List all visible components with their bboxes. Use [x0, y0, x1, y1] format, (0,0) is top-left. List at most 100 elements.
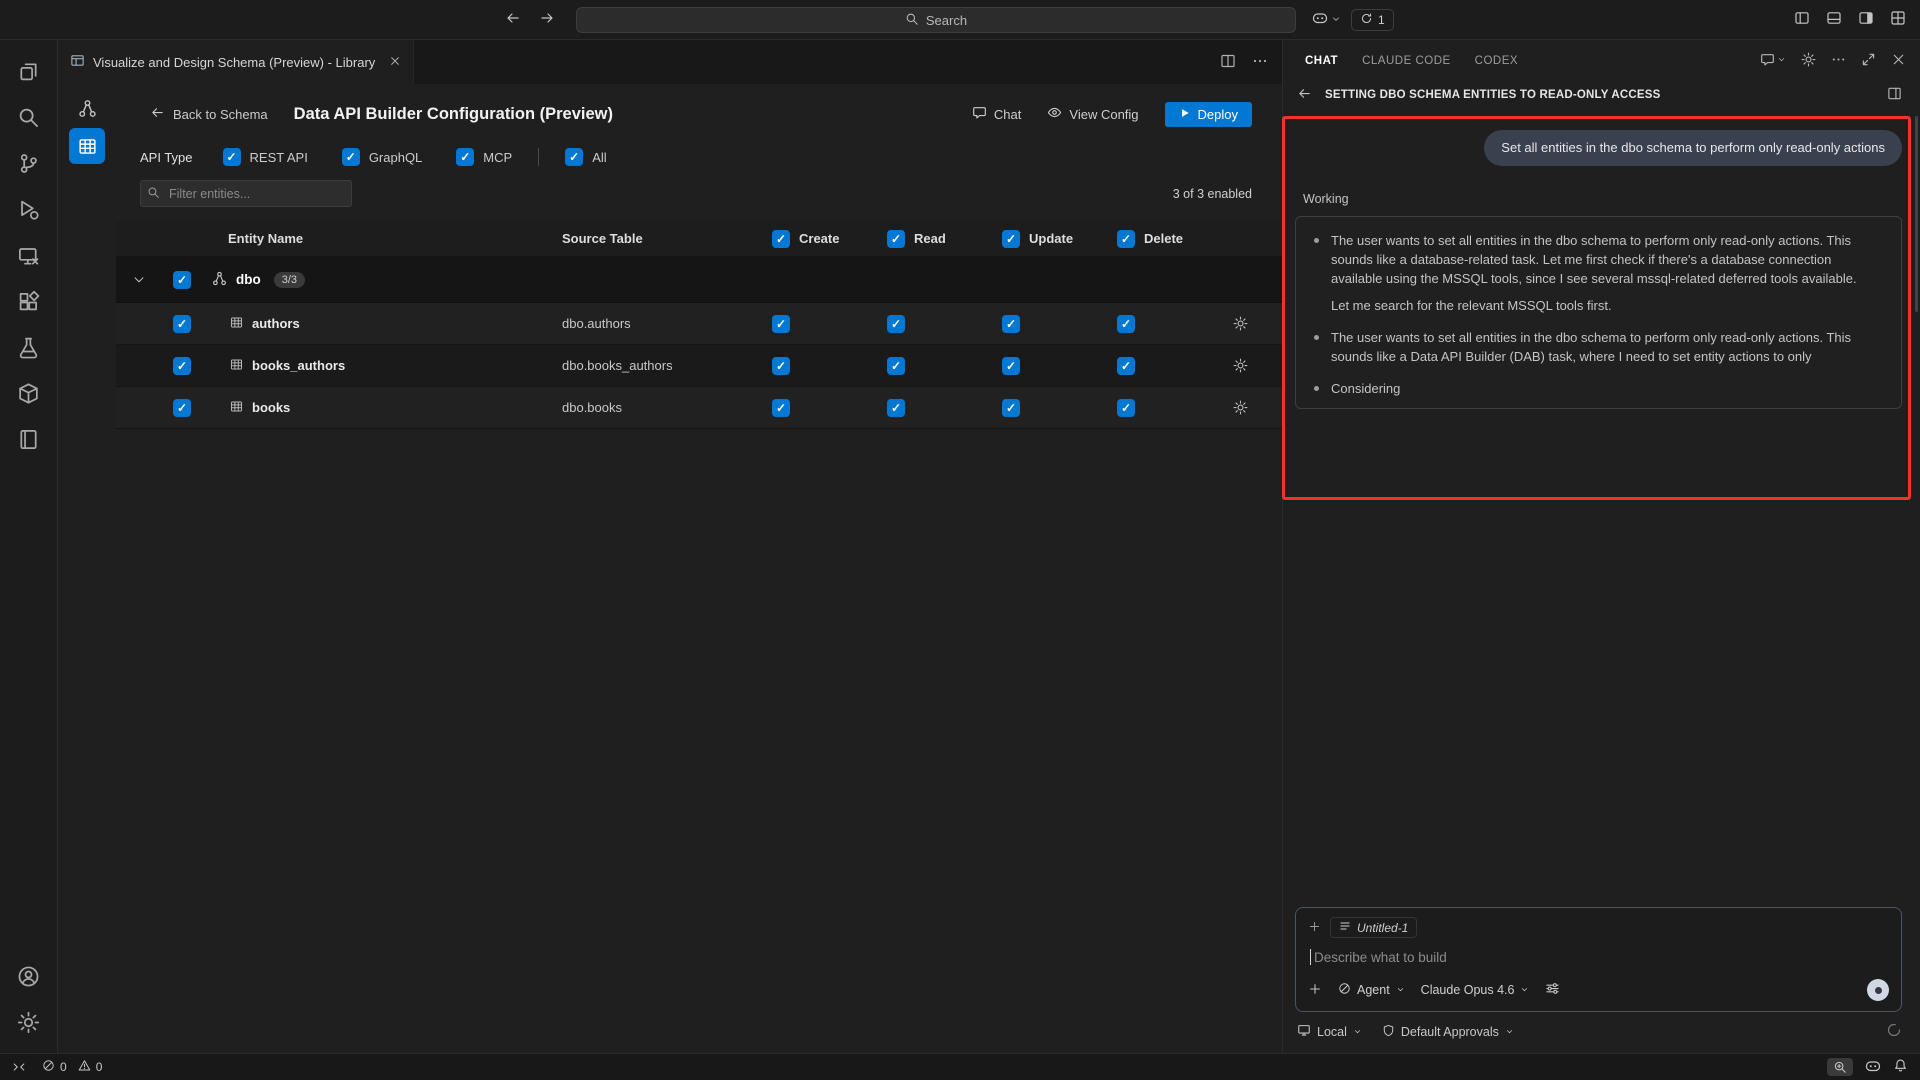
maximize-panel-icon[interactable]	[1861, 52, 1876, 70]
remote-explorer-icon[interactable]	[5, 232, 53, 278]
delete-checkbox[interactable]	[1117, 357, 1135, 375]
command-center-search[interactable]: Search	[576, 7, 1296, 33]
table-row-books-authors[interactable]: books_authors dbo.books_authors	[116, 345, 1282, 387]
close-panel-icon[interactable]	[1891, 52, 1906, 70]
extensions-icon[interactable]	[5, 278, 53, 324]
mcp-checkbox[interactable]	[456, 148, 474, 166]
explorer-icon[interactable]	[5, 48, 53, 94]
divider	[538, 148, 539, 166]
rest-api-checkbox[interactable]	[223, 148, 241, 166]
toggle-panel-icon[interactable]	[1826, 10, 1842, 29]
rest-api-checkbox-group[interactable]: REST API	[223, 148, 308, 166]
chat-prompt-input[interactable]: Describe what to build	[1310, 949, 1889, 965]
mcp-label: MCP	[483, 150, 512, 165]
entity-settings-gear-icon[interactable]	[1210, 316, 1270, 331]
model-selector[interactable]: Claude Opus 4.6	[1421, 983, 1530, 997]
problems-indicator[interactable]: 0 0	[42, 1059, 102, 1075]
shield-icon	[1382, 1024, 1395, 1040]
environment-selector-local[interactable]: Local	[1297, 1023, 1362, 1040]
delete-all-checkbox[interactable]	[1117, 230, 1135, 248]
filter-entities-input[interactable]	[140, 180, 352, 207]
create-checkbox[interactable]	[772, 357, 790, 375]
approvals-selector[interactable]: Default Approvals	[1382, 1024, 1514, 1040]
update-checkbox[interactable]	[1002, 315, 1020, 333]
more-actions-icon[interactable]	[1252, 53, 1268, 72]
chevron-down-icon	[1520, 983, 1529, 997]
tab-claude-code[interactable]: CLAUDE CODE	[1362, 55, 1451, 67]
voice-dictation-button[interactable]	[1867, 979, 1889, 1001]
search-sidebar-icon[interactable]	[5, 94, 53, 140]
view-config-button[interactable]: View Config	[1047, 105, 1138, 123]
settings-gear-icon[interactable]	[5, 999, 53, 1045]
testing-icon[interactable]	[5, 324, 53, 370]
open-in-editor-icon[interactable]	[1887, 86, 1902, 104]
remote-indicator[interactable]	[12, 1060, 26, 1074]
read-checkbox[interactable]	[887, 315, 905, 333]
update-all-checkbox[interactable]	[1002, 230, 1020, 248]
delete-checkbox[interactable]	[1117, 399, 1135, 417]
graphql-checkbox[interactable]	[342, 148, 360, 166]
nav-forward-icon[interactable]	[539, 10, 555, 29]
delete-checkbox[interactable]	[1117, 315, 1135, 333]
agent-tools-icon	[1338, 982, 1351, 998]
add-context-icon[interactable]	[1308, 920, 1321, 936]
source-control-icon[interactable]	[5, 140, 53, 186]
toggle-sidebar-left-icon[interactable]	[1794, 10, 1810, 29]
all-checkbox-group[interactable]: All	[565, 148, 606, 166]
update-checkbox[interactable]	[1002, 357, 1020, 375]
read-checkbox[interactable]	[887, 399, 905, 417]
more-actions-icon[interactable]	[1831, 52, 1846, 70]
new-chat-button[interactable]	[1760, 52, 1786, 70]
chat-button[interactable]: Chat	[972, 105, 1021, 123]
entity-settings-gear-icon[interactable]	[1210, 358, 1270, 373]
read-all-checkbox[interactable]	[887, 230, 905, 248]
deploy-button[interactable]: Deploy	[1165, 102, 1252, 127]
copilot-status-icon[interactable]	[1865, 1058, 1881, 1077]
customize-layout-icon[interactable]	[1890, 10, 1906, 29]
tab-codex[interactable]: CODEX	[1475, 55, 1518, 67]
tab-close-icon[interactable]	[389, 55, 401, 70]
rail-dab-config-button[interactable]	[69, 128, 105, 164]
table-row-authors[interactable]: authors dbo.authors	[116, 303, 1282, 345]
zoom-in-button[interactable]	[1827, 1058, 1853, 1076]
sync-changes-button[interactable]: 1	[1351, 9, 1394, 31]
graphql-checkbox-group[interactable]: GraphQL	[342, 148, 422, 166]
copilot-menu-button[interactable]	[1312, 10, 1341, 29]
scrollbar-thumb[interactable]	[1915, 116, 1918, 312]
update-checkbox[interactable]	[1002, 399, 1020, 417]
account-icon[interactable]	[5, 953, 53, 999]
chat-settings-gear-icon[interactable]	[1801, 52, 1816, 70]
tab-chat[interactable]: CHAT	[1305, 55, 1338, 67]
schema-preview-icon	[70, 53, 85, 71]
nav-back-icon[interactable]	[505, 10, 521, 29]
run-debug-icon[interactable]	[5, 186, 53, 232]
tab-visualize-design-schema[interactable]: Visualize and Design Schema (Preview) - …	[58, 40, 414, 84]
row-checkbox[interactable]	[173, 357, 191, 375]
chat-input-box[interactable]: Untitled-1 Describe what to build Agent …	[1295, 907, 1902, 1012]
mcp-checkbox-group[interactable]: MCP	[456, 148, 512, 166]
notebooks-icon[interactable]	[5, 416, 53, 462]
table-row-books[interactable]: books dbo.books	[116, 387, 1282, 429]
create-checkbox[interactable]	[772, 399, 790, 417]
all-checkbox[interactable]	[565, 148, 583, 166]
agent-mode-selector[interactable]: Agent	[1338, 982, 1405, 998]
notifications-bell-icon[interactable]	[1893, 1058, 1908, 1076]
dbo-group-checkbox[interactable]	[173, 271, 191, 289]
row-checkbox[interactable]	[173, 315, 191, 333]
context-chip-untitled[interactable]: Untitled-1	[1330, 917, 1417, 938]
back-to-schema-button[interactable]: Back to Schema	[150, 105, 268, 123]
entity-settings-gear-icon[interactable]	[1210, 400, 1270, 415]
split-editor-icon[interactable]	[1220, 53, 1236, 72]
toggle-sidebar-right-icon[interactable]	[1858, 10, 1874, 29]
read-checkbox[interactable]	[887, 357, 905, 375]
chevron-down-icon[interactable]	[116, 273, 162, 287]
attach-plus-icon[interactable]	[1308, 982, 1322, 999]
tools-sliders-icon[interactable]	[1545, 981, 1560, 999]
schema-group-row[interactable]: dbo 3/3	[116, 257, 1282, 303]
create-checkbox[interactable]	[772, 315, 790, 333]
create-all-checkbox[interactable]	[772, 230, 790, 248]
session-back-icon[interactable]	[1297, 86, 1312, 104]
row-checkbox[interactable]	[173, 399, 191, 417]
database-projects-icon[interactable]	[5, 370, 53, 416]
rail-schema-view-button[interactable]	[69, 90, 105, 126]
